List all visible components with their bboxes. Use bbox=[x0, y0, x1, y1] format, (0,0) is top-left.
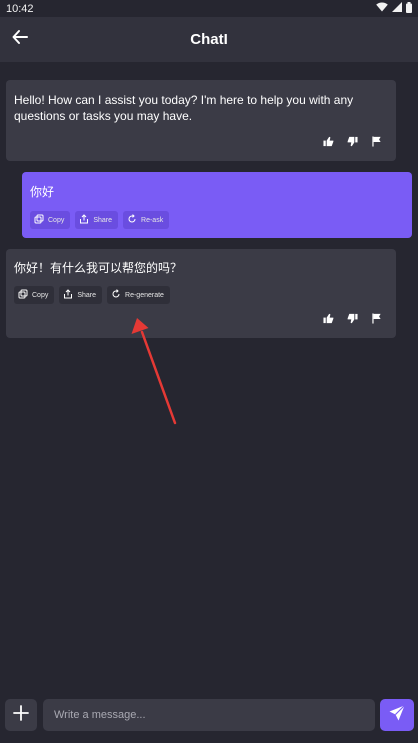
share-button[interactable]: Share bbox=[75, 211, 119, 229]
share-label: Share bbox=[93, 216, 113, 224]
add-button[interactable] bbox=[5, 699, 37, 731]
app-bar: ChatI bbox=[0, 17, 418, 62]
feedback-bar bbox=[323, 136, 382, 147]
thumb-down-icon[interactable] bbox=[347, 313, 358, 324]
copy-button[interactable]: Copy bbox=[14, 286, 55, 304]
share-button[interactable]: Share bbox=[59, 286, 103, 304]
status-time: 10:42 bbox=[6, 2, 34, 15]
copy-icon bbox=[34, 214, 44, 226]
status-icons bbox=[376, 1, 412, 16]
plus-icon bbox=[13, 704, 29, 726]
message-input[interactable] bbox=[43, 699, 375, 731]
message-text: 你好 bbox=[30, 185, 55, 199]
reask-label: Re-ask bbox=[141, 216, 164, 224]
copy-label: Copy bbox=[32, 291, 49, 299]
share-label: Share bbox=[77, 291, 97, 299]
feedback-bar bbox=[323, 313, 382, 324]
composer-bar bbox=[0, 690, 418, 743]
thumb-up-icon[interactable] bbox=[323, 136, 334, 147]
message-actions: Copy Share Re-ask bbox=[30, 211, 404, 229]
refresh-icon bbox=[127, 214, 137, 226]
message-text: 你好！有什么我可以帮您的吗？ bbox=[14, 261, 183, 275]
copy-button[interactable]: Copy bbox=[30, 211, 71, 229]
wifi-icon bbox=[376, 2, 388, 15]
page-title: ChatI bbox=[190, 31, 228, 48]
user-message: 你好 Copy Share Re-ask bbox=[22, 172, 412, 238]
copy-label: Copy bbox=[48, 216, 65, 224]
message-actions: Copy Share Re-generate bbox=[14, 286, 388, 304]
message-text: Hello! How can I assist you today? I'm h… bbox=[14, 93, 354, 123]
bot-message-2: 你好！有什么我可以帮您的吗？ Copy Share Re-generate bbox=[6, 249, 396, 338]
back-button[interactable] bbox=[8, 27, 32, 51]
bot-message-1: Hello! How can I assist you today? I'm h… bbox=[6, 80, 396, 161]
send-button[interactable] bbox=[380, 699, 414, 731]
flag-icon[interactable] bbox=[371, 136, 382, 147]
send-icon bbox=[388, 704, 406, 727]
back-arrow-icon bbox=[11, 28, 29, 51]
signal-icon bbox=[392, 2, 402, 15]
status-bar: 10:42 bbox=[0, 0, 418, 17]
share-icon bbox=[79, 214, 89, 226]
thumb-down-icon[interactable] bbox=[347, 136, 358, 147]
flag-icon[interactable] bbox=[371, 313, 382, 324]
reask-button[interactable]: Re-ask bbox=[123, 211, 170, 229]
thumb-up-icon[interactable] bbox=[323, 313, 334, 324]
refresh-icon bbox=[111, 289, 121, 301]
regenerate-button[interactable]: Re-generate bbox=[107, 286, 170, 304]
regenerate-label: Re-generate bbox=[125, 291, 164, 299]
copy-icon bbox=[18, 289, 28, 301]
battery-icon bbox=[406, 1, 412, 16]
share-icon bbox=[63, 289, 73, 301]
